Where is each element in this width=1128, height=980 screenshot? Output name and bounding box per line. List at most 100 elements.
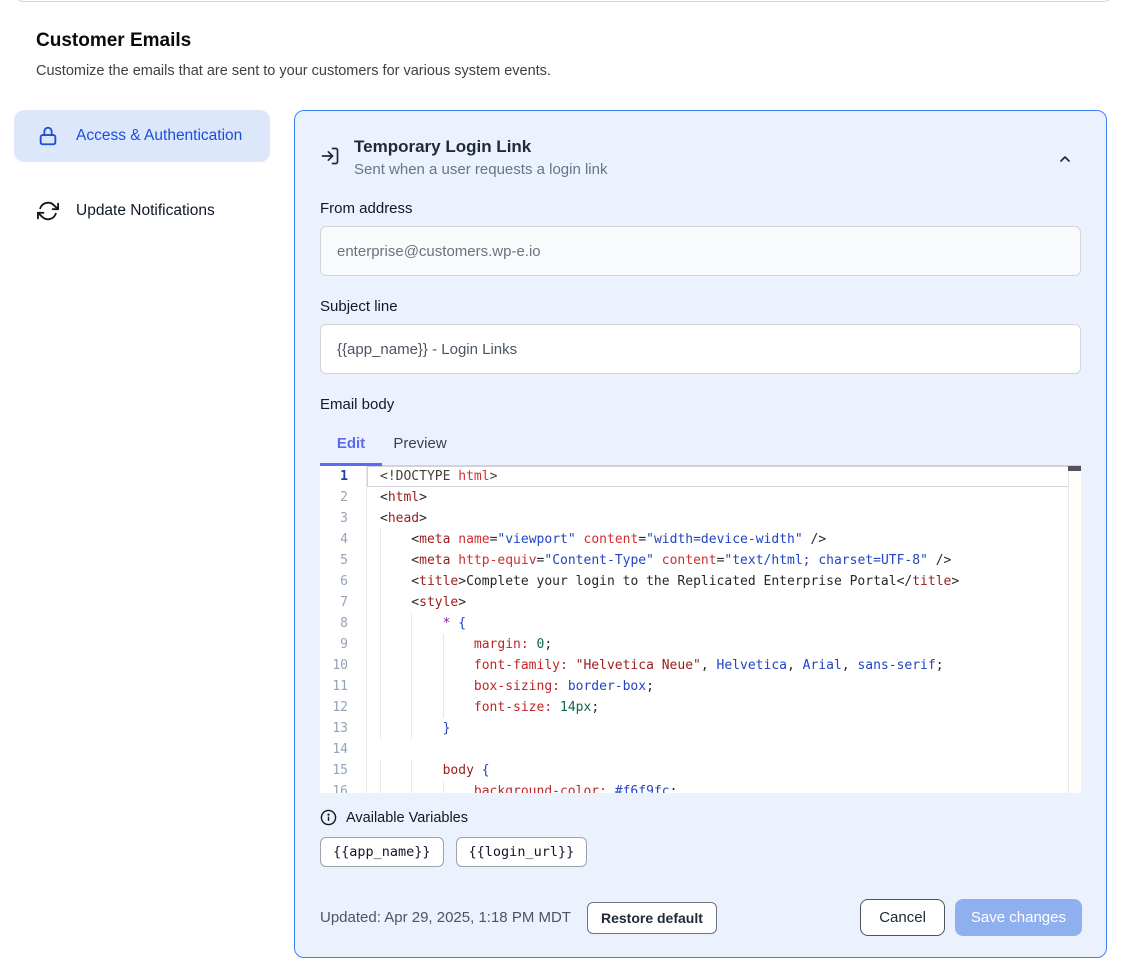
code-line-content: font-family: "Helvetica Neue", Helvetica…: [367, 655, 1081, 676]
cancel-button[interactable]: Cancel: [860, 899, 945, 936]
tab-preview[interactable]: Preview: [382, 426, 458, 466]
indent-guide: [411, 781, 442, 793]
code-line-content: body {: [367, 760, 1081, 781]
code-line[interactable]: 10font-family: "Helvetica Neue", Helveti…: [320, 655, 1081, 676]
code-line-content: <meta http-equiv="Content-Type" content=…: [367, 550, 1081, 571]
panel-title: Temporary Login Link: [354, 137, 607, 157]
updated-timestamp: Updated: Apr 29, 2025, 1:18 PM MDT: [320, 909, 571, 926]
code-line-content: <!DOCTYPE html>: [367, 466, 1081, 487]
code-line[interactable]: 14: [320, 739, 1081, 760]
code-line[interactable]: 11box-sizing: border-box;: [320, 676, 1081, 697]
line-number: 13: [320, 718, 367, 739]
temporary-login-link-panel: Temporary Login Link Sent when a user re…: [294, 110, 1107, 958]
indent-guide: [443, 634, 474, 655]
sidebar-item-label: Update Notifications: [76, 199, 215, 223]
indent-guide: [443, 676, 474, 697]
code-line-content: }: [367, 718, 1081, 739]
panel-titles: Temporary Login Link Sent when a user re…: [354, 137, 607, 178]
code-line[interactable]: 7<style>: [320, 592, 1081, 613]
indent-guide: [380, 550, 411, 571]
sidebar-item-update-notifications[interactable]: Update Notifications: [14, 185, 270, 237]
indent-guide: [411, 760, 442, 781]
code-line-content: box-sizing: border-box;: [367, 676, 1081, 697]
line-number: 8: [320, 613, 367, 634]
indent-guide: [380, 718, 411, 739]
code-line[interactable]: 6<title>Complete your login to the Repli…: [320, 571, 1081, 592]
line-number: 3: [320, 508, 367, 529]
line-number: 7: [320, 592, 367, 613]
line-number: 6: [320, 571, 367, 592]
restore-default-button[interactable]: Restore default: [587, 902, 717, 934]
code-line-content: <html>: [367, 487, 1081, 508]
code-line[interactable]: 12font-size: 14px;: [320, 697, 1081, 718]
previous-card-edge: [12, 0, 1115, 2]
line-number: 4: [320, 529, 367, 550]
indent-guide: [411, 697, 442, 718]
code-line[interactable]: 2<html>: [320, 487, 1081, 508]
indent-guide: [380, 529, 411, 550]
page-title: Customer Emails: [36, 30, 936, 52]
subject-line-label: Subject line: [320, 298, 1081, 315]
code-line-content: <head>: [367, 508, 1081, 529]
indent-guide: [411, 634, 442, 655]
variable-chip-app-name[interactable]: {{app_name}}: [320, 837, 444, 867]
code-line-content: <style>: [367, 592, 1081, 613]
code-line[interactable]: 4<meta name="viewport" content="width=de…: [320, 529, 1081, 550]
line-number: 11: [320, 676, 367, 697]
sidebar-item-label: Access & Authentication: [76, 124, 242, 148]
code-line-content: font-size: 14px;: [367, 697, 1081, 718]
code-line-content: [367, 739, 1081, 760]
indent-guide: [380, 655, 411, 676]
indent-guide: [380, 676, 411, 697]
sidebar: Access & Authentication Update Notificat…: [14, 110, 270, 237]
line-number: 10: [320, 655, 367, 676]
line-number: 12: [320, 697, 367, 718]
code-line-content: * {: [367, 613, 1081, 634]
indent-guide: [411, 613, 442, 634]
code-line[interactable]: 1<!DOCTYPE html>: [320, 466, 1081, 487]
email-body-tabs: Edit Preview: [320, 426, 1081, 466]
code-editor-lines: 1<!DOCTYPE html>2<html>3<head>4<meta nam…: [320, 466, 1081, 793]
indent-guide: [411, 718, 442, 739]
editor-scrollbar-track[interactable]: [1068, 466, 1081, 793]
sidebar-item-access-authentication[interactable]: Access & Authentication: [14, 110, 270, 162]
code-line[interactable]: 15body {: [320, 760, 1081, 781]
line-number: 9: [320, 634, 367, 655]
page-subtitle: Customize the emails that are sent to yo…: [36, 63, 936, 79]
from-address-input[interactable]: [320, 226, 1081, 276]
line-number: 15: [320, 760, 367, 781]
indent-guide: [411, 676, 442, 697]
subject-line-input[interactable]: [320, 324, 1081, 374]
code-editor[interactable]: 1<!DOCTYPE html>2<html>3<head>4<meta nam…: [320, 466, 1081, 793]
indent-guide: [380, 592, 411, 613]
line-number: 16: [320, 781, 367, 793]
line-number: 14: [320, 739, 367, 760]
info-icon: [320, 809, 337, 826]
refresh-icon: [37, 200, 59, 222]
variable-chips: {{app_name}} {{login_url}}: [320, 837, 1081, 867]
tab-edit[interactable]: Edit: [320, 426, 382, 466]
collapse-panel-button[interactable]: [1057, 151, 1073, 167]
editor-scrollbar-thumb[interactable]: [1068, 466, 1081, 471]
variable-chip-login-url[interactable]: {{login_url}}: [456, 837, 588, 867]
code-line-content: <meta name="viewport" content="width=dev…: [367, 529, 1081, 550]
save-changes-button[interactable]: Save changes: [955, 899, 1082, 936]
indent-guide: [380, 760, 411, 781]
indent-guide: [411, 655, 442, 676]
panel-header: Temporary Login Link Sent when a user re…: [320, 137, 1081, 178]
code-line[interactable]: 5<meta http-equiv="Content-Type" content…: [320, 550, 1081, 571]
from-address-label: From address: [320, 200, 1081, 217]
email-body-label: Email body: [320, 396, 1081, 413]
indent-guide: [380, 781, 411, 793]
code-line[interactable]: 8* {: [320, 613, 1081, 634]
code-line[interactable]: 13}: [320, 718, 1081, 739]
available-variables-label: Available Variables: [346, 810, 468, 826]
indent-guide: [380, 613, 411, 634]
indent-guide: [380, 571, 411, 592]
page-header: Customer Emails Customize the emails tha…: [36, 30, 936, 79]
code-line[interactable]: 3<head>: [320, 508, 1081, 529]
code-line[interactable]: 9margin: 0;: [320, 634, 1081, 655]
indent-guide: [443, 697, 474, 718]
indent-guide: [443, 655, 474, 676]
code-line[interactable]: 16background-color: #f6f9fc;: [320, 781, 1081, 793]
